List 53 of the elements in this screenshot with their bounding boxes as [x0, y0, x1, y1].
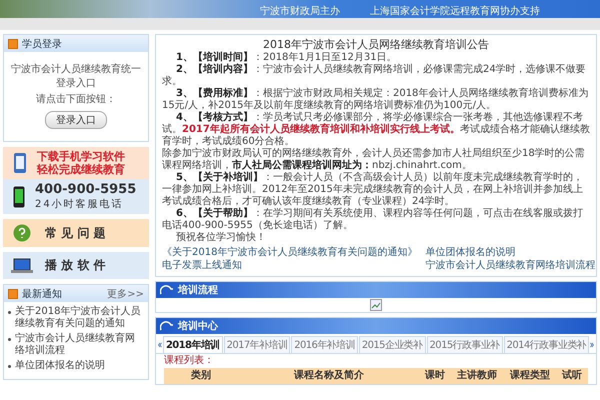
year-tab[interactable]: 2014行政事业类补: [504, 336, 590, 353]
year-tab[interactable]: 2015企业类补: [358, 336, 426, 353]
notice-link[interactable]: 电子发票上线通知: [162, 260, 418, 272]
faq-link[interactable]: 常 见 问 题: [3, 219, 149, 247]
notice-paragraph: 6、【关于帮助】：在学习期间有关系统使用、课程内容等任何问题，可点击在线客服或拨打电话400-900-5955（免长途电话）了解。: [162, 208, 584, 232]
column-header: 课时: [424, 368, 446, 383]
list-label: 课程列表：: [163, 354, 215, 368]
notice-paragraph: 4、【考核方式】：学员考试只考必修课部分，将学必修课综合一张考卷，其他选修课程不考试。2017年起所有会计人员继续教育培训和补培训实行线上考试。考试成绩合格才能确认继续教育学时，考试成绩60分合格。: [162, 112, 590, 148]
tablet-icon: [13, 152, 27, 174]
year-tab[interactable]: 2016年补培训: [291, 336, 358, 353]
more-link[interactable]: 更多>>: [107, 286, 144, 300]
login-button[interactable]: 登录入口: [45, 111, 107, 129]
notice-link[interactable]: 单位团体报名的说明: [425, 247, 596, 259]
banner-text: 上海国家会计学院远程教育网协办支持: [370, 6, 540, 18]
section-header: 培训流程: [156, 282, 596, 298]
column-header: 课程名称及简介: [292, 368, 365, 383]
notice-paragraph: 预祝各位学习愉快！: [175, 232, 267, 244]
notice-paragraph: 除参加宁波市财政局认可的网络继续教育外，会计人员还需参加市人社局组织至少18学时的公需课程网络培训，市人社局公需课程培训网址为：nbzj.chinahrt.com。: [162, 148, 586, 171]
question-icon: [13, 224, 31, 242]
notice-paragraph: 2、【培训内容】：宁波市会计人员继续教育网络培训，必修课需完成24学时，选修课不做要求。: [162, 64, 587, 88]
panel-title: 学员登录: [22, 38, 62, 50]
column-header: 课程类型: [508, 368, 551, 383]
banner-text: 宁波市财政局主办: [260, 6, 340, 18]
player-software-link[interactable]: 播 放 软 件: [3, 252, 149, 279]
notice-paragraph: 1、【培训时间】：2018年1月1日至12月31日。: [175, 52, 398, 63]
notice-title: 2018年宁波市会计人员网络继续教育培训公告: [262, 38, 490, 51]
notice-paragraph: 5、【关于补培训】：一般会计人员（不含高级会计人员）以前年度未完成继续教育学时的，一律参加网上补培训。2012年至2015年未完成继续教育的会计人员，在网上补培训并参加线上考试成绩合格后，才可确认该年度继续教育（专业课程）24学时。: [162, 172, 584, 208]
login-text: 宁波市会计人员继续教育统一登录入口: [10, 62, 142, 90]
panel-title: 最新通知: [22, 288, 62, 300]
bullet-icon: [8, 38, 18, 48]
promo-text: 轻松完成继续教育: [37, 163, 125, 176]
notice-link[interactable]: 宁波市会计人员继续教育网络培训流程: [425, 260, 596, 272]
column-header: 类别: [190, 368, 212, 383]
year-tab[interactable]: 2018年培训: [162, 336, 223, 353]
broken-image-icon: [370, 299, 382, 311]
news-link[interactable]: 关于2018年宁波市会计人员继续教育有关问题的通知: [15, 306, 144, 330]
app-promo-banner[interactable]: 下载手机学习软件 轻松完成继续教育: [3, 147, 149, 179]
bullet-icon: [8, 288, 18, 298]
column-header: 主讲教师: [456, 368, 498, 383]
phone-icon: [13, 186, 25, 208]
news-link[interactable]: 单位团体报名的说明: [15, 360, 105, 372]
hotline-number: 400-900-5955: [35, 182, 136, 197]
notice-paragraph: 3、【费用标准】：根据宁波市财政局相关规定：2018年会计人员网络继续教育培训费标准为15元/人，补2015年及以前年度继续教育的网络培训费标准仍为100元/人。: [162, 88, 590, 111]
hotline-caption: 24小时客服电话: [35, 198, 125, 211]
section-header: 培训中心: [156, 318, 596, 334]
laptop-icon: [11, 258, 33, 274]
year-tab[interactable]: 2017年补培训: [224, 336, 290, 353]
news-link[interactable]: 宁波市会计人员继续教育网络培训流程: [15, 333, 144, 357]
login-text: 请点击下面按钮：: [36, 92, 116, 106]
notice-link[interactable]: 《关于2018年宁波市会计人员继续教育有关问题的通知》: [162, 247, 418, 259]
promo-text: 下载手机学习软件: [37, 150, 125, 163]
year-tab[interactable]: 2015行政事业补: [426, 336, 503, 353]
column-header: 试听: [560, 368, 583, 383]
